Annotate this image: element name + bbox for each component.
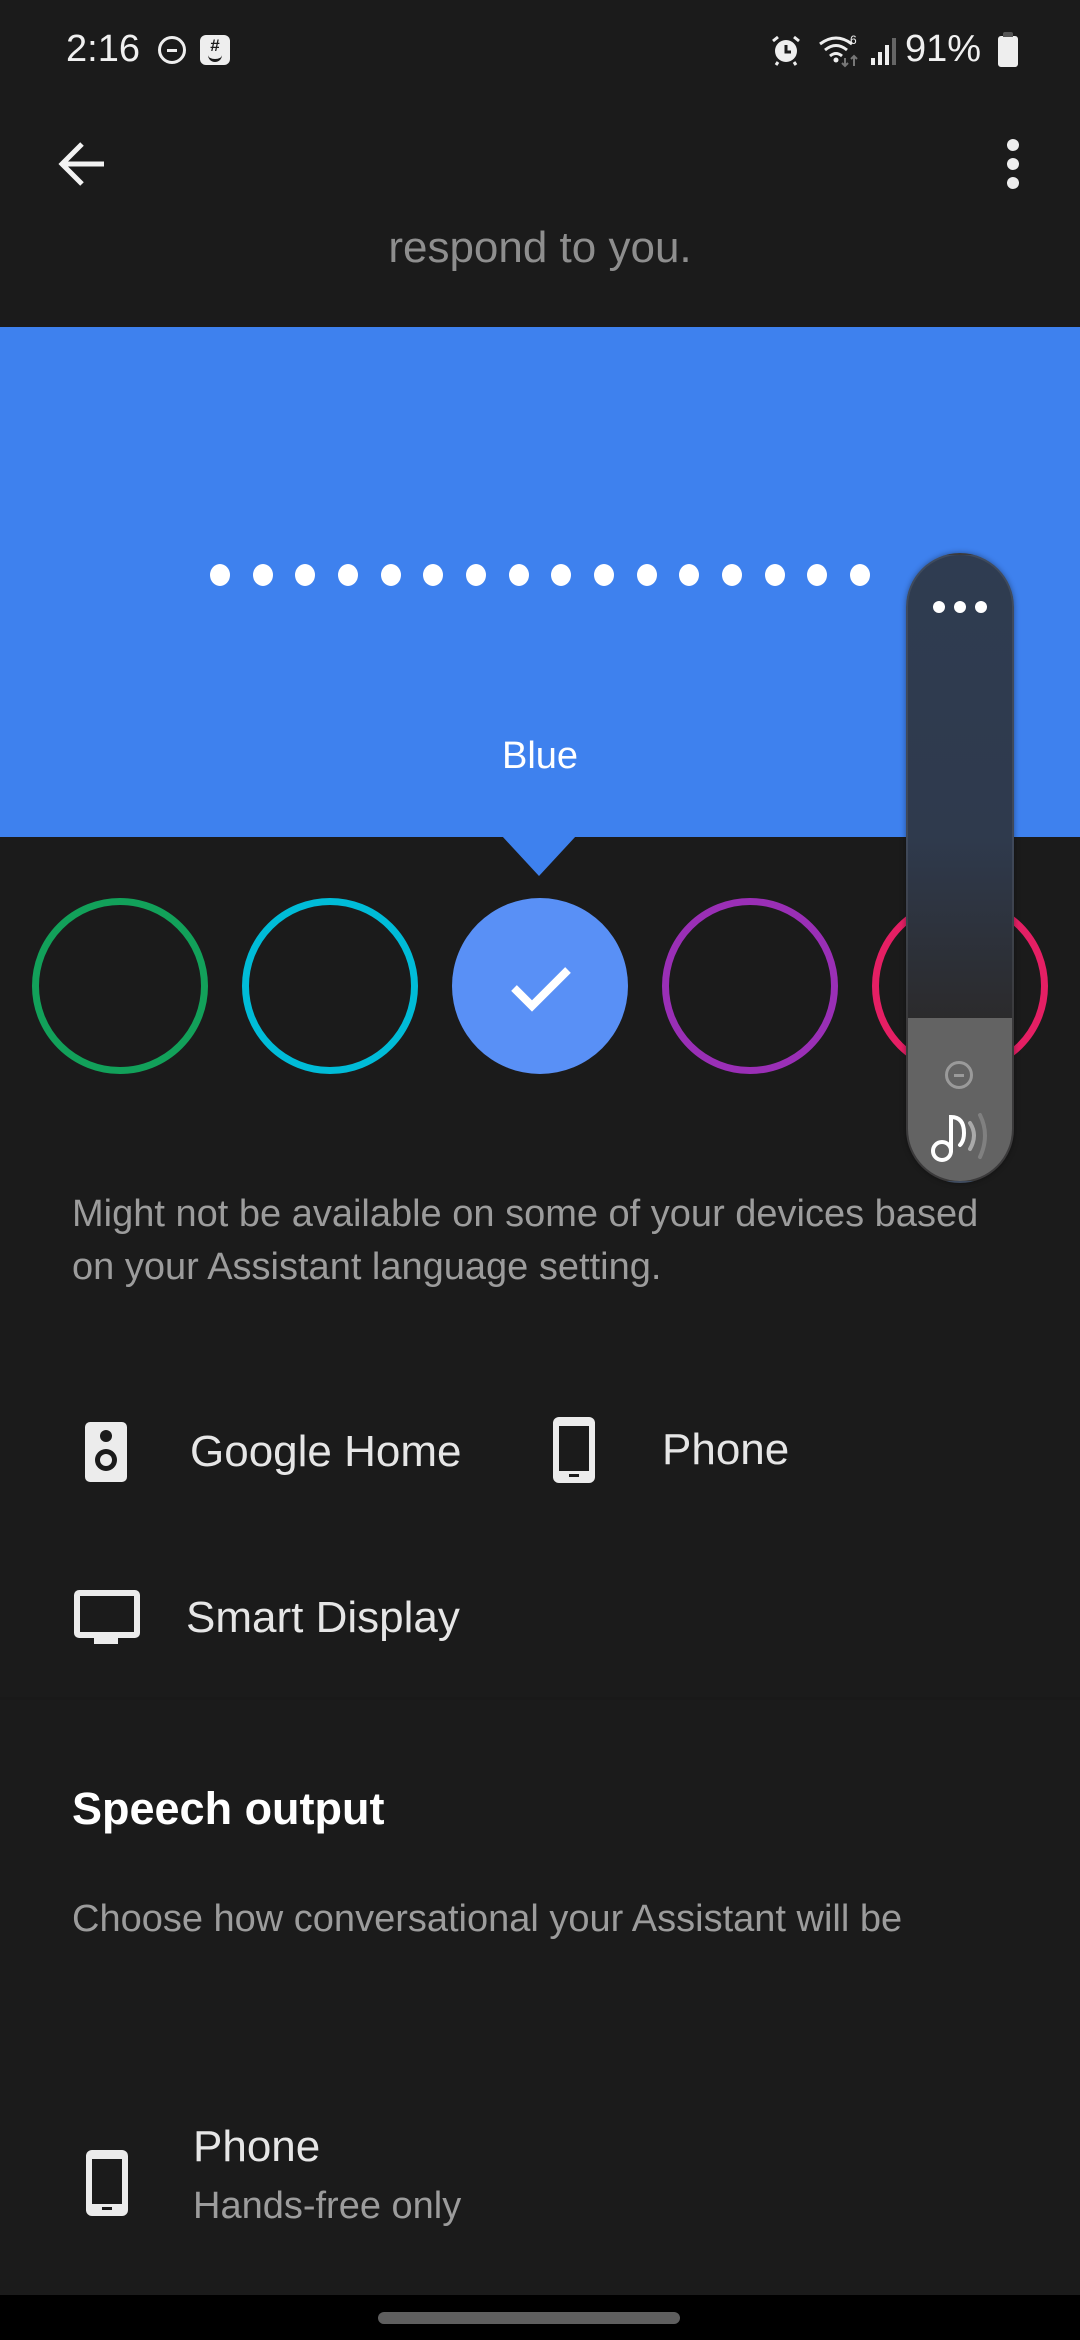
device-google-home: Google Home	[80, 1420, 461, 1484]
alarm-icon	[772, 35, 800, 66]
voice-swatch-blue[interactable]	[452, 898, 628, 1074]
svg-text:6: 6	[850, 33, 857, 47]
minus-circle-icon[interactable]	[945, 1061, 973, 1089]
wave-dot	[423, 564, 444, 586]
wave-dot	[295, 564, 316, 586]
device-label: Smart Display	[186, 1593, 460, 1642]
home-gesture-handle[interactable]	[378, 2312, 680, 2324]
wave-dot	[551, 564, 572, 586]
voice-swatch-green[interactable]	[32, 898, 208, 1074]
do-not-disturb-icon	[158, 36, 186, 64]
voice-wave-dots	[210, 560, 870, 590]
wave-dot	[337, 564, 358, 586]
battery-icon	[998, 32, 1018, 67]
speech-output-phone-item[interactable]: Phone Hands-free only	[0, 2110, 1080, 2260]
wave-dot	[807, 564, 828, 586]
wave-dot	[465, 564, 486, 586]
device-smart-display: Smart Display	[74, 1586, 460, 1650]
device-label: Google Home	[190, 1427, 462, 1476]
wave-dot	[636, 564, 657, 586]
volume-more-button[interactable]	[908, 601, 1012, 621]
clock: 2:16	[66, 28, 140, 70]
smart-display-icon	[74, 1586, 140, 1650]
arrow-back-icon	[58, 142, 104, 186]
speech-output-heading: Speech output	[72, 1783, 385, 1834]
device-phone: Phone	[548, 1417, 790, 1483]
wave-dot	[721, 564, 742, 586]
wave-dot	[764, 564, 785, 586]
wave-dot	[849, 564, 870, 586]
availability-note: Might not be available on some of your d…	[72, 1193, 979, 1288]
speaker-icon	[80, 1420, 132, 1484]
more-vert-icon	[1007, 139, 1019, 189]
status-bar: 2:16 # 6 91%	[0, 0, 1080, 100]
groupme-icon: #	[200, 35, 230, 65]
wave-dot	[508, 564, 529, 586]
more-options-button[interactable]	[978, 122, 1048, 206]
device-label: Phone	[662, 1425, 790, 1474]
wave-dot	[380, 564, 401, 586]
volume-panel[interactable]	[906, 553, 1014, 1183]
intro-text-clip: respond to you.	[0, 228, 1080, 326]
intro-text: respond to you.	[388, 228, 692, 272]
check-icon	[511, 967, 571, 1012]
wifi-6-icon: 6	[819, 33, 858, 68]
speech-item-title: Phone	[193, 2122, 321, 2171]
section-divider	[0, 1697, 1080, 1700]
smartphone-icon	[548, 1417, 600, 1483]
wave-dot	[593, 564, 614, 586]
voice-swatch-purple[interactable]	[662, 898, 838, 1074]
wave-dot	[679, 564, 700, 586]
app-bar	[0, 100, 1080, 228]
speech-item-subtitle: Hands-free only	[193, 2185, 462, 2227]
smartphone-icon	[86, 2150, 128, 2221]
speech-output-description: Choose how conversational your Assistant…	[72, 1898, 903, 1940]
wave-dot	[252, 564, 273, 586]
cell-signal-icon	[871, 38, 896, 65]
wave-dot	[210, 564, 230, 586]
voice-swatch-cyan[interactable]	[242, 898, 418, 1074]
media-volume-icon[interactable]	[928, 1105, 998, 1165]
battery-percent: 91%	[905, 28, 982, 70]
selection-pointer	[502, 836, 576, 876]
back-button[interactable]	[40, 122, 124, 206]
